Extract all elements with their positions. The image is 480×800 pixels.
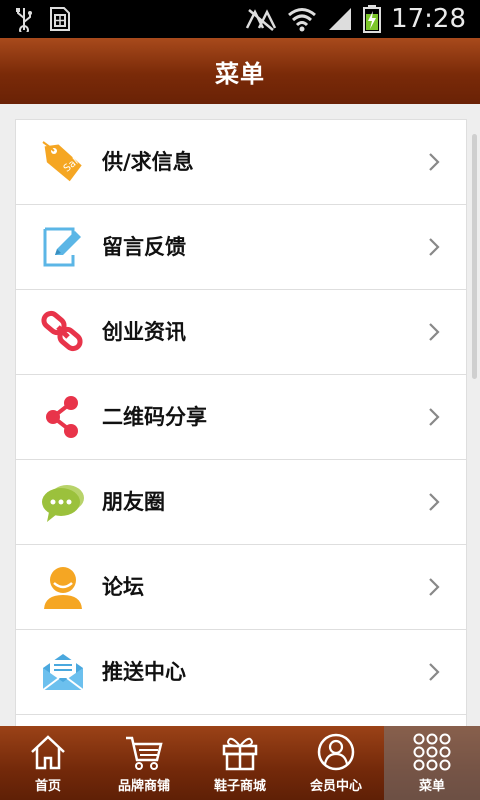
nav-item-menu[interactable]: 菜单 [384,726,480,800]
usb-icon [16,8,32,32]
header-bar: 菜单 [0,38,480,104]
menu-item-feedback[interactable]: 留言反馈 [16,205,466,290]
edit-note-icon [43,227,81,267]
menu-item-label: 论坛 [102,575,144,599]
grid-menu-icon [413,733,451,771]
chevron-right-icon [429,153,440,171]
chat-bubbles-icon [42,485,84,522]
no-signal-icon [245,9,277,31]
nav-item-shoe-mall[interactable]: 鞋子商城 [192,726,288,800]
menu-item-qrcode-share[interactable]: 二维码分享 [16,375,466,460]
battery-charging-icon [363,5,382,33]
nav-item-home[interactable]: 首页 [0,726,96,800]
menu-item-supply-demand[interactable]: Sale 供/求信息 [16,120,466,205]
page-title: 菜单 [215,59,265,88]
menu-content[interactable]: Sale 供/求信息 留言反馈 创业资讯 二维码分享 朋友圈 论坛 推送中心 [0,104,480,726]
gift-icon [222,737,258,771]
menu-item-label: 二维码分享 [102,405,207,429]
wifi-icon [288,8,317,32]
nav-label: 首页 [34,779,61,794]
share-icon [46,396,78,438]
status-bar: 17:28 [0,0,480,38]
cell-signal-icon [329,8,352,30]
chevron-right-icon [429,578,440,596]
chain-link-icon [41,310,83,352]
nav-item-member-center[interactable]: 会员中心 [288,726,384,800]
clock: 17:28 [391,4,466,34]
cart-icon [126,736,163,770]
nav-item-brand-shops[interactable]: 品牌商铺 [96,726,192,800]
chevron-right-icon [429,493,440,511]
sale-tag-icon: Sale [42,141,85,182]
nav-label: 菜单 [418,779,445,794]
scrollbar[interactable] [472,134,477,379]
menu-item-label: 供/求信息 [102,150,194,174]
chevron-right-icon [429,238,440,256]
menu-item-startup-news[interactable]: 创业资讯 [16,290,466,375]
menu-list: Sale 供/求信息 留言反馈 创业资讯 二维码分享 朋友圈 论坛 推送中心 [15,119,467,726]
bottom-nav: 首页 品牌商铺 鞋子商城 会员中心 菜单 [0,726,480,800]
menu-item-partial[interactable] [16,715,466,726]
menu-item-label: 朋友圈 [102,490,165,514]
nav-label: 会员中心 [309,779,362,794]
nav-label: 品牌商铺 [117,779,170,794]
user-avatar-icon [44,567,82,609]
menu-item-label: 推送中心 [102,660,186,684]
menu-item-forum[interactable]: 论坛 [16,545,466,630]
nav-label: 鞋子商城 [213,779,266,794]
chevron-right-icon [429,408,440,426]
envelope-icon [42,654,84,691]
sim-card-icon [50,7,70,31]
member-icon [317,733,355,771]
home-icon [31,735,65,770]
menu-item-push-center[interactable]: 推送中心 [16,630,466,715]
menu-item-label: 创业资讯 [102,320,186,344]
menu-item-moments[interactable]: 朋友圈 [16,460,466,545]
chevron-right-icon [429,663,440,681]
menu-item-label: 留言反馈 [102,235,186,259]
chevron-right-icon [429,323,440,341]
